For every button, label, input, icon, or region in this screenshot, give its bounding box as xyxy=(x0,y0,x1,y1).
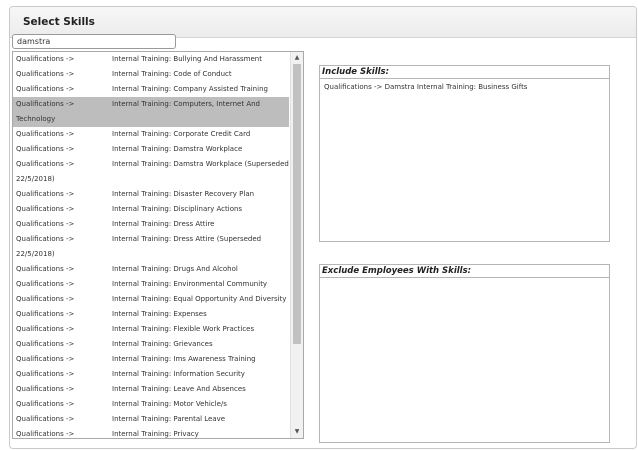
skill-row[interactable]: Qualifications -> Technology Internal Tra… xyxy=(13,97,289,127)
skill-row[interactable]: Qualifications -> 22/5/2018) Internal Tra… xyxy=(13,157,289,187)
included-skill-item[interactable]: Qualifications -> Damstra Internal Train… xyxy=(320,79,609,95)
skill-category: Qualifications -> 22/5/2018) xyxy=(16,235,75,258)
skill-name: Internal Training: Code of Conduct xyxy=(112,70,232,78)
skills-list[interactable]: Qualifications -> Internal Training: Bull… xyxy=(12,51,304,439)
skill-category: Qualifications -> 22/5/2018) xyxy=(16,160,75,183)
skill-category: Qualifications -> xyxy=(16,265,75,273)
skill-name: Internal Training: Dress Attire (Superse… xyxy=(112,235,262,243)
skill-name: Internal Training: Leave And Absences xyxy=(112,385,246,393)
skill-name: Internal Training: Expenses xyxy=(112,310,207,318)
skill-name: Internal Training: Grievances xyxy=(112,340,213,348)
skill-row[interactable]: Qualifications -> Internal Training: Bull… xyxy=(13,52,289,67)
skill-category: Qualifications -> xyxy=(16,340,75,348)
skill-name: Internal Training: Motor Vehicle/s xyxy=(112,400,227,408)
skill-name: Internal Training: Company Assisted Trai… xyxy=(112,85,268,93)
skill-category: Qualifications -> xyxy=(16,415,75,423)
skill-category: Qualifications -> xyxy=(16,85,75,93)
skill-category: Qualifications -> xyxy=(16,385,75,393)
skill-row[interactable]: Qualifications -> Internal Training: Ims … xyxy=(13,352,289,367)
skill-name: Internal Training: Computers, Internet A… xyxy=(112,100,260,108)
skill-row[interactable]: Qualifications -> Internal Training: Leav… xyxy=(13,382,289,397)
skill-row[interactable]: Qualifications -> Internal Training: Info… xyxy=(13,367,289,382)
skill-row[interactable]: Qualifications -> Internal Training: Expe… xyxy=(13,307,289,322)
skill-row[interactable]: Qualifications -> Internal Training: Flex… xyxy=(13,322,289,337)
skill-category: Qualifications -> xyxy=(16,130,75,138)
skill-name: Internal Training: Damstra Workplace xyxy=(112,145,243,153)
skill-name: Internal Training: Environmental Communi… xyxy=(112,280,268,288)
skill-search-input[interactable] xyxy=(12,34,176,49)
skill-category: Qualifications -> xyxy=(16,55,75,63)
skill-row[interactable]: Qualifications -> Internal Training: Disc… xyxy=(13,202,289,217)
skill-name: Internal Training: Drugs And Alcohol xyxy=(112,265,238,273)
skill-category: Qualifications -> xyxy=(16,280,75,288)
skill-category: Qualifications -> xyxy=(16,295,75,303)
skill-name: Internal Training: Disaster Recovery Pla… xyxy=(112,190,255,198)
skill-row[interactable]: Qualifications -> Internal Training: Pare… xyxy=(13,412,289,427)
skill-row[interactable]: Qualifications -> Internal Training: Drug… xyxy=(13,262,289,277)
skill-category: Qualifications -> xyxy=(16,220,75,228)
skill-category: Qualifications -> xyxy=(16,205,75,213)
scroll-up-icon[interactable]: ▲ xyxy=(291,52,303,64)
skill-row[interactable]: Qualifications -> Internal Training: Dres… xyxy=(13,217,289,232)
include-skills-box[interactable]: Include Skills: Qualifications -> Damstr… xyxy=(319,65,610,242)
skills-list-scrollbar[interactable]: ▲ ▼ xyxy=(290,52,303,438)
exclude-skills-title: Exclude Employees With Skills: xyxy=(320,265,609,278)
scroll-thumb[interactable] xyxy=(293,64,301,344)
skill-category: Qualifications -> xyxy=(16,325,75,333)
skill-name: Internal Training: Corporate Credit Card xyxy=(112,130,251,138)
skill-name: Internal Training: Flexible Work Practic… xyxy=(112,325,255,333)
skill-name: Internal Training: Privacy xyxy=(112,430,199,438)
skill-category: Qualifications -> xyxy=(16,430,75,438)
scroll-down-icon[interactable]: ▼ xyxy=(291,426,303,438)
skill-category: Qualifications -> xyxy=(16,355,75,363)
skill-row[interactable]: Qualifications -> Internal Training: Equa… xyxy=(13,292,289,307)
skills-list-rows: Qualifications -> Internal Training: Bull… xyxy=(13,52,303,438)
exclude-skills-box[interactable]: Exclude Employees With Skills: xyxy=(319,264,610,443)
skill-name: Internal Training: Disciplinary Actions xyxy=(112,205,243,213)
skill-category: Qualifications -> Technology xyxy=(16,100,75,123)
skill-category: Qualifications -> xyxy=(16,145,75,153)
skill-category: Qualifications -> xyxy=(16,370,75,378)
skill-name: Internal Training: Dress Attire xyxy=(112,220,215,228)
skill-row[interactable]: Qualifications -> 22/5/2018) Internal Tra… xyxy=(13,232,289,262)
skill-name: Internal Training: Parental Leave xyxy=(112,415,226,423)
skill-name: Internal Training: Bullying And Harassme… xyxy=(112,55,262,63)
skill-name: Internal Training: Information Security xyxy=(112,370,245,378)
skill-name: Internal Training: Damstra Workplace (Su… xyxy=(112,160,289,168)
skill-name: Internal Training: Equal Opportunity And… xyxy=(112,295,287,303)
skill-row[interactable]: Qualifications -> Internal Training: Disa… xyxy=(13,187,289,202)
skill-row[interactable]: Qualifications -> Internal Training: Dams… xyxy=(13,142,289,157)
skill-row[interactable]: Qualifications -> Internal Training: Grie… xyxy=(13,337,289,352)
skill-row[interactable]: Qualifications -> Internal Training: Corp… xyxy=(13,127,289,142)
skill-row[interactable]: Qualifications -> Internal Training: Priv… xyxy=(13,427,289,438)
skill-category: Qualifications -> xyxy=(16,190,75,198)
skill-row[interactable]: Qualifications -> Internal Training: Comp… xyxy=(13,82,289,97)
skill-row[interactable]: Qualifications -> Internal Training: Code… xyxy=(13,67,289,82)
skill-name: Internal Training: Ims Awareness Trainin… xyxy=(112,355,256,363)
skill-category: Qualifications -> xyxy=(16,70,75,78)
include-skills-title: Include Skills: xyxy=(320,66,609,79)
skill-row[interactable]: Qualifications -> Internal Training: Envi… xyxy=(13,277,289,292)
include-skills-items: Qualifications -> Damstra Internal Train… xyxy=(320,79,609,95)
skill-category: Qualifications -> xyxy=(16,400,75,408)
skill-row[interactable]: Qualifications -> Internal Training: Moto… xyxy=(13,397,289,412)
skill-category: Qualifications -> xyxy=(16,310,75,318)
